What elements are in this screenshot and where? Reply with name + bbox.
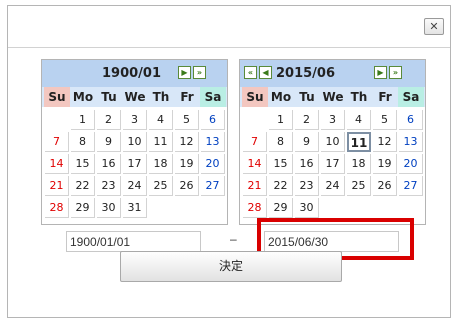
day-cell[interactable]: 28 — [45, 198, 69, 218]
calendar-header: « ◀ 2015/06 ▶ » — [240, 60, 425, 87]
day-cell[interactable]: 13 — [399, 132, 423, 152]
day-cell[interactable]: 1 — [71, 110, 95, 130]
calendar-month-title: 2015/06 — [276, 66, 336, 81]
close-button[interactable]: ✕ — [424, 18, 444, 35]
day-cell[interactable]: 18 — [149, 154, 173, 174]
day-cell[interactable]: 27 — [399, 176, 423, 196]
day-cell[interactable]: 8 — [269, 132, 293, 152]
day-cell[interactable]: 28 — [243, 198, 267, 218]
day-cell[interactable]: 15 — [71, 154, 95, 174]
day-cell[interactable]: 15 — [269, 154, 293, 174]
day-cell[interactable]: 25 — [149, 176, 173, 196]
day-cell[interactable]: 26 — [373, 176, 397, 196]
day-cell[interactable]: 2 — [295, 110, 319, 130]
day-cell[interactable]: 6 — [399, 110, 423, 130]
calendar-month-title: 1900/01 — [102, 66, 162, 81]
day-cell[interactable]: 30 — [295, 198, 319, 218]
day-cell[interactable]: 3 — [321, 110, 345, 130]
day-cell[interactable]: 23 — [295, 176, 319, 196]
prev-month-button[interactable]: ◀ — [259, 66, 272, 79]
weekday-label: Mo — [270, 90, 292, 104]
day-cell[interactable]: 29 — [71, 198, 95, 218]
day-cell[interactable]: 31 — [123, 198, 147, 218]
day-cell[interactable]: 12 — [175, 132, 199, 152]
day-cell[interactable]: 7 — [45, 132, 69, 152]
submit-button[interactable]: 決定 — [120, 251, 342, 282]
day-cell[interactable]: 3 — [123, 110, 147, 130]
day-cell[interactable]: 25 — [347, 176, 371, 196]
day-cell[interactable]: 18 — [347, 154, 371, 174]
day-cell[interactable]: 22 — [269, 176, 293, 196]
day-cell[interactable]: 4 — [347, 110, 371, 130]
day-cell[interactable]: 9 — [295, 132, 319, 152]
day-cell[interactable]: 8 — [71, 132, 95, 152]
day-cell[interactable]: 10 — [123, 132, 147, 152]
start-date-input[interactable] — [66, 231, 201, 252]
weekday-label: Su — [242, 87, 268, 107]
day-cell[interactable]: 2 — [97, 110, 121, 130]
weekday-header: Su Mo Tu We Th Fr Sa — [42, 87, 227, 107]
weekday-label: We — [322, 90, 344, 104]
day-cell[interactable]: 23 — [97, 176, 121, 196]
day-cell[interactable]: 24 — [123, 176, 147, 196]
day-cell[interactable]: 11 — [149, 132, 173, 152]
day-cell[interactable]: 20 — [201, 154, 225, 174]
next-month-button[interactable]: ▶ — [178, 66, 191, 79]
weekday-label: Fr — [378, 90, 392, 104]
day-cell[interactable]: 19 — [373, 154, 397, 174]
weekday-header: Su Mo Tu We Th Fr Sa — [240, 87, 425, 107]
calendar-end: « ◀ 2015/06 ▶ » Su Mo Tu We Th Fr Sa 123456789… — [239, 59, 426, 225]
day-cell[interactable]: 5 — [175, 110, 199, 130]
day-cell[interactable]: 12 — [373, 132, 397, 152]
day-cell[interactable]: 9 — [97, 132, 121, 152]
day-cell[interactable]: 19 — [175, 154, 199, 174]
day-cell[interactable]: 6 — [201, 110, 225, 130]
weekday-label: Fr — [180, 90, 194, 104]
next-year-button[interactable]: » — [389, 66, 402, 79]
weekday-label: Sa — [398, 87, 424, 107]
day-cell[interactable]: 1 — [269, 110, 293, 130]
next-year-button[interactable]: » — [193, 66, 206, 79]
day-cell[interactable]: 22 — [71, 176, 95, 196]
weekday-label: Th — [350, 90, 368, 104]
day-cell[interactable]: 17 — [321, 154, 345, 174]
calendar-header: 1900/01 ▶ » — [42, 60, 227, 87]
day-cell[interactable]: 27 — [201, 176, 225, 196]
range-separator: – — [230, 232, 237, 246]
next-month-button[interactable]: ▶ — [374, 66, 387, 79]
weekday-label: Su — [44, 87, 70, 107]
day-cell[interactable]: 4 — [149, 110, 173, 130]
day-cell[interactable]: 29 — [269, 198, 293, 218]
weekday-label: Tu — [101, 90, 117, 104]
day-cell[interactable]: 17 — [123, 154, 147, 174]
day-cell[interactable]: 5 — [373, 110, 397, 130]
prev-year-button[interactable]: « — [244, 66, 257, 79]
day-cell[interactable]: 16 — [295, 154, 319, 174]
day-cell[interactable]: 14 — [243, 154, 267, 174]
day-cell[interactable]: 26 — [175, 176, 199, 196]
day-cell[interactable]: 10 — [321, 132, 345, 152]
weekday-label: We — [124, 90, 146, 104]
day-cell[interactable]: 16 — [97, 154, 121, 174]
calendar-start: 1900/01 ▶ » Su Mo Tu We Th Fr Sa 1 2 3 4 5 6 7 8 9 10 11… — [41, 59, 228, 225]
day-cell[interactable]: 7 — [243, 132, 267, 152]
weekday-label: Mo — [72, 90, 94, 104]
day-cell[interactable]: 13 — [201, 132, 225, 152]
day-cell[interactable]: 14 — [45, 154, 69, 174]
weekday-label: Th — [152, 90, 170, 104]
day-cell[interactable]: 20 — [399, 154, 423, 174]
date-range-dialog: ✕ 1900/01 ▶ » Su Mo Tu We Th Fr Sa 1 2 3 4 5 6 7 8 9 10… — [7, 5, 451, 318]
day-cell[interactable]: 30 — [97, 198, 121, 218]
day-cell[interactable]: 21 — [243, 176, 267, 196]
day-cell[interactable]: 24 — [321, 176, 345, 196]
dialog-header: ✕ — [8, 6, 450, 48]
day-cell[interactable]: 11 — [347, 132, 371, 152]
weekday-label: Tu — [299, 90, 315, 104]
weekday-label: Sa — [200, 87, 226, 107]
day-cell[interactable]: 21 — [45, 176, 69, 196]
